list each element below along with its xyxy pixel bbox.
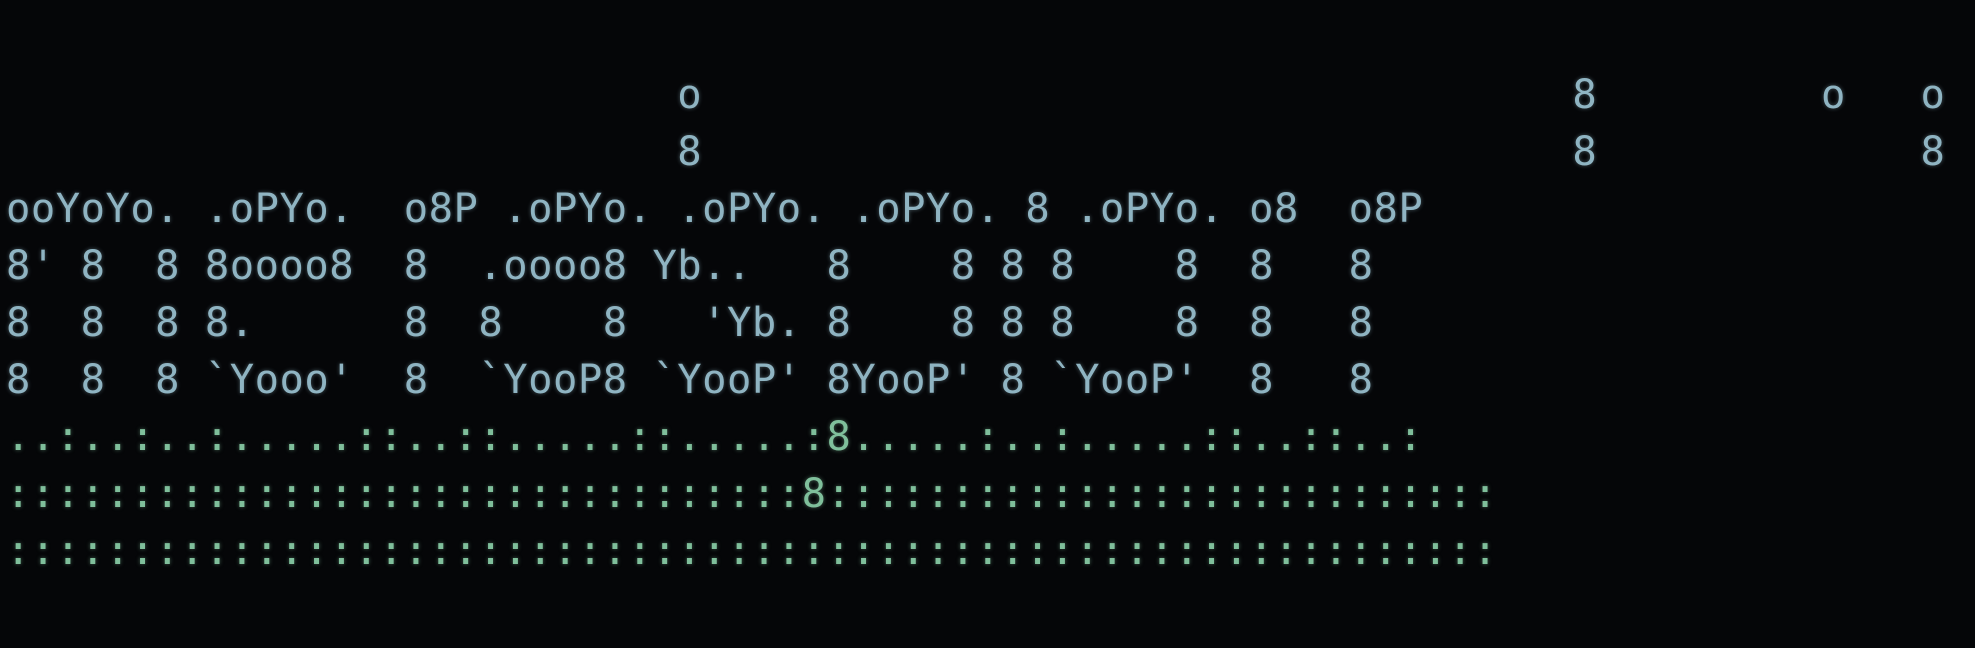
terminal-window: o 8 o o 8 8 8 ooYoYo. .oPYo. o8P .oPYo. .… bbox=[0, 0, 1975, 648]
banner-line-2: 8 8 8 bbox=[6, 127, 1946, 175]
banner-line-4: 8' 8 8 8oooo8 8 .oooo8 Yb.. 8 8 8 8 8 8 … bbox=[6, 241, 1374, 289]
banner-line-5: 8 8 8 8. 8 8 8 'Yb. 8 8 8 8 8 8 8 bbox=[6, 298, 1374, 346]
banner-line-6: 8 8 8 `Yooo' 8 `YooP8 `YooP' 8YooP' 8 `Y… bbox=[6, 355, 1374, 403]
banner-line-3: ooYoYo. .oPYo. o8P .oPYo. .oPYo. .oPYo. … bbox=[6, 184, 1424, 232]
ascii-art-banner: o 8 o o 8 8 8 ooYoYo. .oPYo. o8P .oPYo. .… bbox=[6, 66, 1945, 579]
banner-line-8: ::::::::::::::::::::::::::::::::8:::::::… bbox=[6, 469, 1498, 517]
banner-line-1: o 8 o o bbox=[6, 70, 1946, 118]
banner-line-9: ::::::::::::::::::::::::::::::::::::::::… bbox=[6, 526, 1498, 574]
banner-line-7: ..:..:..:.....::..::.....::.....:8.....:… bbox=[6, 412, 1424, 460]
